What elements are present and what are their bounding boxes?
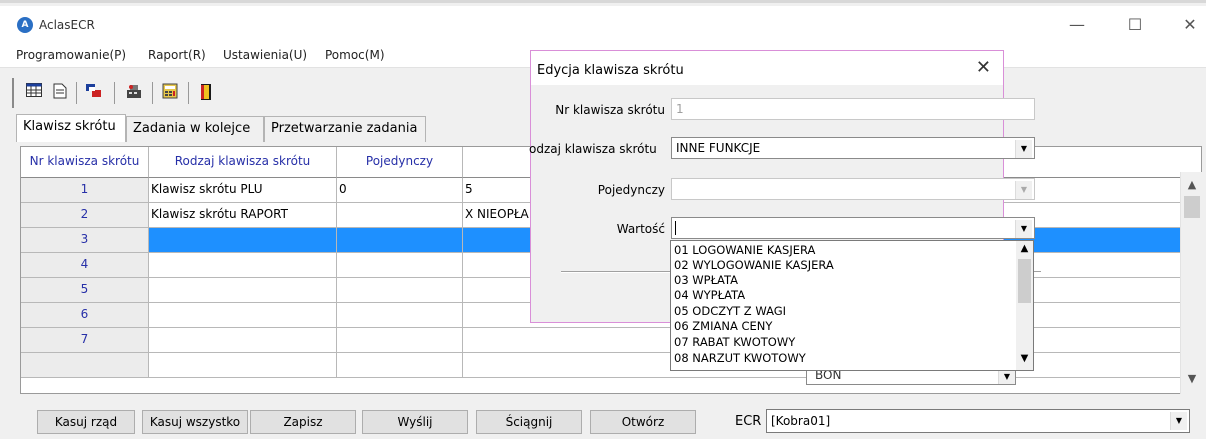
exit-door-icon[interactable] <box>196 83 216 103</box>
dialog-title-bar: Edycja klawisza skrótu ✕ <box>531 51 1003 85</box>
wartosc-field-label: Wartość <box>616 222 665 236</box>
wartosc-dropdown-list[interactable]: 01 LOGOWANIE KASJERA 02 WYLOGOWANIE KASJ… <box>670 240 1034 371</box>
row-header[interactable]: 4 <box>21 253 149 278</box>
scroll-up-icon[interactable]: ▲ <box>1181 178 1203 196</box>
value-combo-behind[interactable]: BON ▼ <box>806 368 1016 385</box>
wartosc-select[interactable]: ▼ <box>671 217 1035 239</box>
nr-field-label: Nr klawisza skrótu <box>555 103 665 117</box>
transfer-icon[interactable] <box>84 83 104 103</box>
dropdown-option[interactable]: 03 WPŁATA <box>674 273 738 287</box>
chevron-down-icon[interactable]: ▼ <box>1170 412 1187 430</box>
dropdown-option[interactable]: 08 NARZUT KWOTOWY <box>674 351 806 365</box>
table-cell[interactable] <box>149 328 337 353</box>
chevron-down-icon[interactable]: ▼ <box>1015 140 1032 158</box>
table-cell[interactable]: 0 <box>337 178 463 203</box>
row-header[interactable]: 2 <box>21 203 149 228</box>
table-cell[interactable]: Klawisz skrótu RAPORT <box>149 203 337 228</box>
app-logo-icon: A <box>17 17 33 33</box>
toolbar-separator <box>114 82 115 104</box>
otworz-button[interactable]: Otwórz <box>590 410 696 434</box>
column-header-nr[interactable]: Nr klawisza skrótu <box>21 147 149 178</box>
tab-klawisz-skrotu[interactable]: Klawisz skrótu <box>16 114 126 142</box>
menu-programowanie[interactable]: Programowanie(P) <box>16 48 126 62</box>
window-title: AclasECR <box>39 18 95 32</box>
row-header[interactable]: 5 <box>21 278 149 303</box>
tab-zadania-w-kolejce[interactable]: Zadania w kolejce <box>126 116 264 142</box>
chevron-down-icon[interactable]: ▼ <box>1015 220 1032 238</box>
row-header[interactable]: 1 <box>21 178 149 203</box>
maximize-button[interactable]: ☐ <box>1125 16 1145 34</box>
nr-field-value: 1 <box>676 102 684 116</box>
main-window: A AclasECR — ☐ ✕ Programowanie(P) Raport… <box>0 0 1206 439</box>
table-cell[interactable] <box>337 253 463 278</box>
menu-pomoc[interactable]: Pomoc(M) <box>325 48 385 62</box>
row-header[interactable]: 3 <box>21 228 149 253</box>
chevron-down-icon[interactable]: ▼ <box>998 370 1015 384</box>
row-header[interactable] <box>21 353 149 378</box>
close-button[interactable]: ✕ <box>1180 16 1200 34</box>
title-bar: A AclasECR — ☐ ✕ <box>0 6 1206 42</box>
ecr-select-value: [Kobra01] <box>771 414 831 428</box>
table-cell-selected[interactable] <box>149 228 337 253</box>
dialog-close-button[interactable]: ✕ <box>976 57 991 78</box>
scroll-up-icon[interactable]: ▲ <box>1016 243 1033 259</box>
wyslij-button[interactable]: Wyślij <box>362 410 468 434</box>
dropdown-option[interactable]: 06 ZMIANA CENY <box>674 319 772 333</box>
table-cell[interactable] <box>337 303 463 328</box>
text-cursor <box>675 221 676 235</box>
pojedynczy-select[interactable]: ▼ <box>671 178 1035 200</box>
table-cell[interactable] <box>337 353 463 378</box>
rodzaj-field-label: odzaj klawisza skrótu <box>529 142 657 156</box>
scrollbar-thumb[interactable] <box>1184 196 1200 218</box>
table-cell[interactable] <box>149 278 337 303</box>
rodzaj-select[interactable]: INNE FUNKCJE ▼ <box>671 137 1035 159</box>
table-cell[interactable] <box>149 353 337 378</box>
dropdown-option[interactable]: 02 WYLOGOWANIE KASJERA <box>674 258 834 272</box>
cash-register-icon[interactable] <box>124 83 144 103</box>
table-cell[interactable] <box>149 303 337 328</box>
pojedynczy-field-label: Pojedynczy <box>597 183 665 197</box>
table-cell[interactable] <box>337 203 463 228</box>
table-cell[interactable]: Klawisz skrótu PLU <box>149 178 337 203</box>
table-icon[interactable] <box>24 83 44 103</box>
table-cell-selected[interactable] <box>337 228 463 253</box>
kasuj-rzad-button[interactable]: Kasuj rząd <box>37 410 135 434</box>
ecr-label: ECR <box>735 414 762 429</box>
dropdown-scrollbar-thumb[interactable] <box>1018 259 1031 303</box>
table-cell[interactable] <box>337 328 463 353</box>
menu-raport[interactable]: Raport(R) <box>148 48 206 62</box>
dropdown-option[interactable]: 07 RABAT KWOTOWY <box>674 335 795 349</box>
chevron-down-icon[interactable]: ▼ <box>1015 181 1032 199</box>
table-cell[interactable] <box>337 278 463 303</box>
ecr-select[interactable]: [Kobra01] ▼ <box>766 409 1190 433</box>
column-header-rodzaj[interactable]: Rodzaj klawisza skrótu <box>149 147 337 178</box>
table-vertical-scrollbar[interactable]: ▲ ▼ <box>1180 172 1202 394</box>
sciagnij-button[interactable]: Ściągnij <box>476 410 582 434</box>
zapisz-button[interactable]: Zapisz <box>250 410 356 434</box>
dropdown-option[interactable]: 04 WYPŁATA <box>674 288 745 302</box>
scroll-down-icon[interactable]: ▼ <box>1016 353 1033 369</box>
toolbar-separator <box>188 82 189 104</box>
kasuj-wszystko-button[interactable]: Kasuj wszystko <box>142 410 248 434</box>
tab-przetwarzanie-zadania[interactable]: Przetwarzanie zadania <box>264 116 426 142</box>
dropdown-scrollbar[interactable]: ▲ ▼ <box>1016 241 1033 370</box>
document-icon[interactable] <box>50 83 70 103</box>
nr-field[interactable]: 1 <box>671 98 1035 120</box>
toolbar <box>12 78 282 108</box>
menu-ustawienia[interactable]: Ustawienia(U) <box>223 48 307 62</box>
calculator-icon[interactable] <box>160 83 180 103</box>
dropdown-option[interactable]: 01 LOGOWANIE KASJERA <box>674 243 815 257</box>
table-cell[interactable] <box>149 253 337 278</box>
rodzaj-select-value: INNE FUNKCJE <box>676 141 761 155</box>
column-header-pojedynczy[interactable]: Pojedynczy <box>337 147 463 178</box>
dialog-title: Edycja klawisza skrótu <box>537 63 684 78</box>
toolbar-separator <box>152 82 153 104</box>
row-header[interactable]: 6 <box>21 303 149 328</box>
minimize-button[interactable]: — <box>1067 16 1087 34</box>
dropdown-option[interactable]: 05 ODCZYT Z WAGI <box>674 304 786 318</box>
row-header[interactable]: 7 <box>21 328 149 353</box>
toolbar-separator <box>76 82 77 104</box>
scroll-down-icon[interactable]: ▼ <box>1181 372 1203 390</box>
